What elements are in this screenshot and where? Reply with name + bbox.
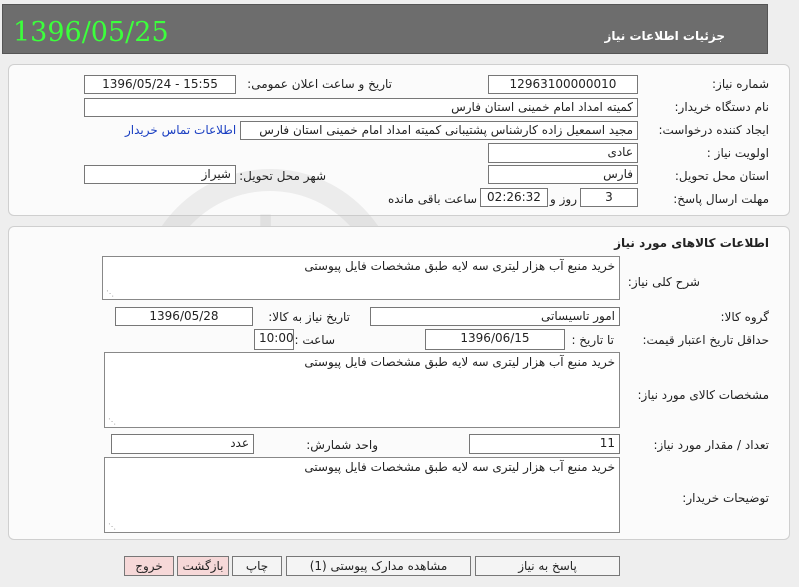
specs-text: خرید منبع آب هزار لیتری سه لایه طبق مشخص…	[304, 355, 615, 369]
unit-field: عدد	[111, 434, 254, 454]
header-bar: 1396/05/25 جزئیات اطلاعات نیاز	[2, 4, 768, 54]
specs-label: مشخصات کالای مورد نیاز:	[637, 388, 769, 402]
header-date: 1396/05/25	[13, 17, 169, 48]
quantity-field: 11	[469, 434, 620, 454]
resize-grip-icon[interactable]: ⋰	[106, 289, 114, 298]
validity-date-field: 1396/06/15	[425, 329, 565, 350]
province-field: فارس	[488, 165, 638, 184]
page-title: جزئیات اطلاعات نیاز	[604, 29, 725, 43]
city-label: شهر محل تحویل:	[239, 169, 326, 183]
deadline-label: مهلت ارسال پاسخ:	[673, 192, 769, 206]
days-word: روز و	[550, 192, 577, 206]
buyer-org-label: نام دستگاه خریدار:	[674, 100, 770, 114]
reply-button[interactable]: پاسخ به نیاز	[475, 556, 620, 576]
back-button[interactable]: بازگشت	[177, 556, 229, 576]
announce-label: تاریخ و ساعت اعلان عمومی:	[247, 77, 392, 91]
days-field: 3	[580, 188, 638, 207]
contact-info-link[interactable]: اطلاعات تماس خریدار	[125, 123, 236, 137]
buyer-org-field: کمیته امداد امام خمینی استان فارس	[84, 98, 638, 117]
unit-label: واحد شمارش:	[306, 438, 378, 452]
print-button[interactable]: چاپ	[232, 556, 282, 576]
need-date-label: تاریخ نیاز به کالا:	[268, 310, 350, 324]
specs-textarea: خرید منبع آب هزار لیتری سه لایه طبق مشخص…	[104, 352, 620, 428]
summary-text: خرید منبع آب هزار لیتری سه لایه طبق مشخص…	[304, 259, 615, 273]
validity-label: حداقل تاریخ اعتبار قیمت:	[642, 333, 769, 347]
priority-field: عادی	[488, 143, 638, 163]
group-field: امور تاسیساتی	[370, 307, 620, 326]
attachments-button[interactable]: مشاهده مدارک پیوستی (1)	[286, 556, 471, 576]
buyer-notes-text: خرید منبع آب هزار لیتری سه لایه طبق مشخص…	[304, 460, 615, 474]
goods-section-title: اطلاعات کالاهای مورد نیاز	[614, 236, 769, 250]
resize-grip-icon[interactable]: ⋰	[108, 522, 116, 531]
hour-label: ساعت :	[294, 333, 335, 347]
creator-label: ایجاد کننده درخواست:	[658, 123, 769, 137]
creator-field: مجید اسمعیل زاده کارشناس پشتیبانی کمیته …	[240, 121, 638, 140]
priority-label: اولویت نیاز :	[706, 146, 769, 160]
city-field: شیراز	[84, 165, 236, 184]
buyer-notes-textarea: خرید منبع آب هزار لیتری سه لایه طبق مشخص…	[104, 457, 620, 533]
summary-label: شرح کلی نیاز:	[627, 275, 700, 289]
need-date-field: 1396/05/28	[115, 307, 253, 326]
until-label: تا تاریخ :	[571, 333, 614, 347]
need-number-field: 12963100000010	[488, 75, 638, 94]
quantity-label: تعداد / مقدار مورد نیاز:	[653, 438, 769, 452]
resize-grip-icon[interactable]: ⋰	[108, 417, 116, 426]
province-label: استان محل تحویل:	[674, 169, 769, 183]
group-label: گروه کالا:	[720, 310, 770, 324]
buyer-notes-label: توضیحات خریدار:	[682, 491, 769, 505]
summary-textarea: خرید منبع آب هزار لیتری سه لایه طبق مشخص…	[102, 256, 620, 300]
validity-time-field: 10:00	[254, 329, 294, 350]
time-left-field: 02:26:32	[480, 188, 548, 207]
exit-button[interactable]: خروج	[124, 556, 174, 576]
time-left-label: ساعت باقی مانده	[387, 192, 477, 206]
announce-field: 1396/05/24 - 15:55	[84, 75, 236, 94]
need-number-label: شماره نیاز:	[712, 77, 769, 91]
